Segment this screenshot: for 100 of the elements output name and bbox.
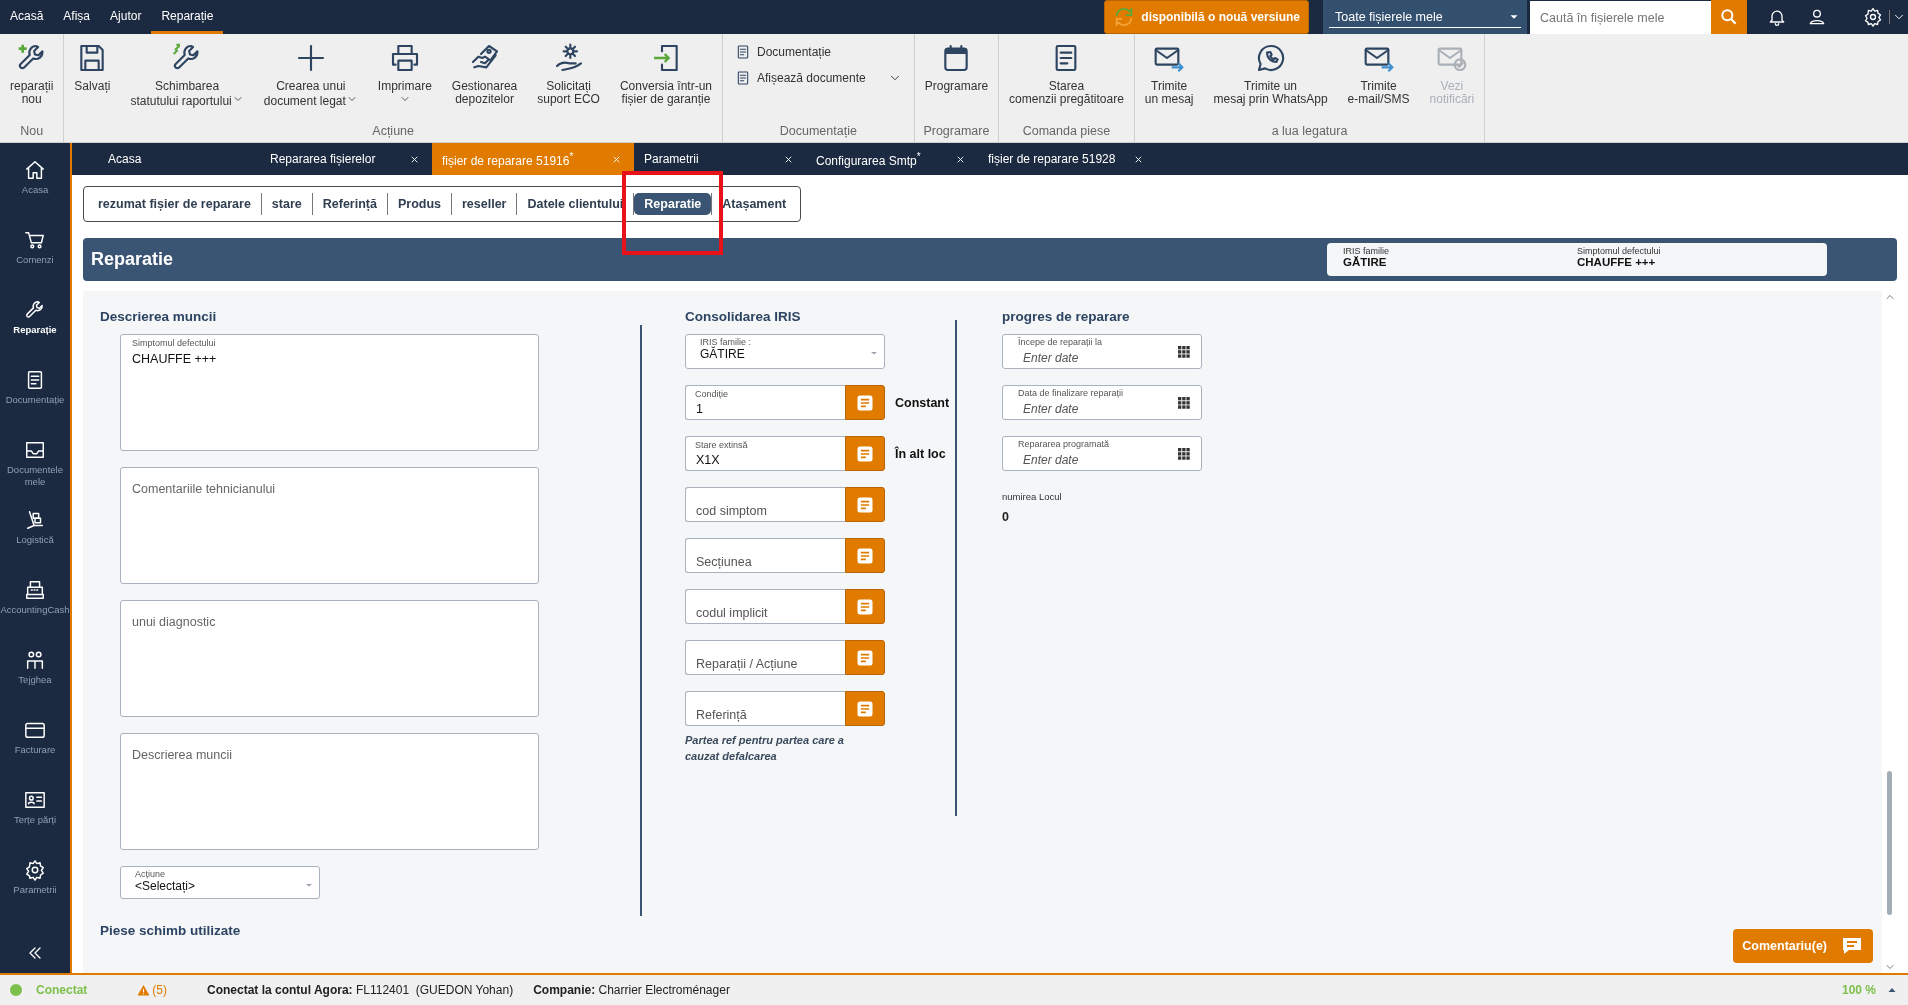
ribbon-button[interactable]: Conversia într-un fișier de garanție (609, 42, 722, 106)
search-field[interactable]: Caută în fișierele mele (1530, 1, 1711, 34)
group-label: Documentație (778, 124, 858, 140)
subtab[interactable]: Atașament (712, 193, 797, 215)
menu-item[interactable]: Ajutor (100, 0, 152, 34)
field-label: Acțiune (135, 869, 167, 879)
ribbon-button[interactable]: Solicitați suport ECO (527, 42, 610, 106)
subtab[interactable]: Datele clientului (517, 193, 634, 215)
caret-icon[interactable] (1889, 10, 1906, 24)
sidebar-item[interactable]: Logistică (0, 509, 70, 579)
sidebar-item[interactable]: Tejghea (0, 649, 70, 719)
subtab[interactable]: reseller (452, 193, 517, 215)
list-button[interactable] (845, 589, 885, 624)
settings-icon (24, 859, 46, 881)
text-field[interactable]: Reparații / Acțiune (685, 640, 845, 675)
list-button[interactable] (845, 538, 885, 573)
group-label: Comanda piese (1021, 124, 1112, 140)
scrollbar-thumb[interactable] (1887, 771, 1892, 915)
tab[interactable]: Configurarea Smtp$^{*}$ (806, 143, 978, 175)
sidebar-item[interactable]: AccountingCash (0, 579, 70, 649)
field-label: Repararea programată (1018, 439, 1110, 449)
home-icon (24, 159, 46, 181)
list-button[interactable] (845, 436, 885, 471)
tab[interactable]: fișier de reparare 51928 (978, 143, 1157, 175)
subtab[interactable]: rezumat fișier de reparare (88, 193, 261, 215)
user-icon[interactable] (1807, 7, 1827, 27)
company-info: Companie: Charrier Electroménager (533, 983, 730, 997)
ribbon-button[interactable]: Starea comenzii pregătitoare (999, 42, 1134, 106)
section-heading: Descrierea muncii (100, 309, 218, 324)
field-label: Simptomul defectului (1577, 246, 1662, 256)
sidebar-item[interactable]: Documentație (0, 369, 70, 439)
subtab[interactable]: Reparatie (634, 193, 712, 215)
document-icon (735, 44, 751, 60)
tab[interactable]: Acasa (88, 143, 260, 175)
menu-item[interactable]: Afișa (53, 0, 101, 34)
field-label: Simptomul defectului (132, 338, 216, 348)
field-note: Constant (895, 395, 950, 410)
ribbon-button[interactable]: Trimite un mesaj prin WhatsApp (1203, 42, 1338, 106)
textarea-field[interactable]: Comentariile tehnicianului (120, 467, 539, 584)
ribbon-button[interactable]: Schimbarea statutului raportului (120, 42, 254, 108)
group-label: Programare (922, 124, 991, 140)
cart-icon (24, 229, 46, 251)
subtab[interactable]: Produs (387, 193, 451, 215)
sidebar-item[interactable]: Acasa (0, 159, 70, 229)
search-icon (1719, 7, 1739, 27)
section-heading: Piese schimb utilizate (100, 923, 242, 938)
group-label: Acțiune (371, 124, 415, 140)
tab[interactable]: Parametrii (634, 143, 806, 175)
list-button[interactable] (845, 487, 885, 522)
ribbon-button[interactable]: Documentație (733, 42, 904, 62)
subtab[interactable]: stare (261, 193, 312, 215)
sidebar-item[interactable]: Reparație (0, 299, 70, 369)
text-field[interactable]: Secțiunea (685, 538, 845, 573)
field-label: Începe de reparații la (1018, 337, 1103, 347)
ribbon-button[interactable]: Programare (914, 42, 999, 93)
grid-icon[interactable] (1176, 446, 1192, 462)
inbox-icon (24, 439, 46, 461)
textarea-field[interactable]: unui diagnostic (120, 600, 539, 717)
dropdown[interactable]: Toate fișierele mele (1323, 0, 1527, 34)
help-text: Partea ref pentru partea care a cauzat defalcarea (685, 733, 845, 764)
ribbon-button[interactable]: Afișează documente (733, 68, 904, 88)
ribbon-button[interactable]: Crearea unui document legat (253, 42, 368, 108)
subtab[interactable]: Referință (312, 193, 387, 215)
warning-icon (137, 983, 151, 997)
ribbon-button[interactable]: Gestionarea depozitelor (441, 42, 528, 106)
section-heading: Consolidarea IRIS (685, 309, 802, 324)
select-field[interactable]: Acțiune <Selectați> (120, 866, 320, 899)
text-field[interactable]: cod simptom (685, 487, 845, 522)
menu-item[interactable]: Acasă (0, 0, 54, 34)
settings-icon[interactable] (1863, 7, 1883, 27)
grid-icon[interactable] (1176, 395, 1192, 411)
textarea-field[interactable]: Descrierea muncii (120, 733, 539, 850)
list-button[interactable] (845, 691, 885, 726)
sidebar-item[interactable]: Parametrii (0, 859, 70, 929)
sidebar-item[interactable]: Documentele mele (0, 439, 70, 509)
ribbon-button[interactable]: Trimite un mesaj (1134, 42, 1204, 106)
text-field[interactable]: codul implicit (685, 589, 845, 624)
search-button[interactable] (1711, 0, 1747, 34)
connection-status: Conectat (36, 983, 88, 997)
sidebar-item[interactable]: Terțe părți (0, 789, 70, 859)
select-field[interactable]: IRIS familie : GĂTIRE (685, 334, 885, 369)
section-heading: progres de reparare (1002, 309, 1131, 324)
ribbon-button[interactable]: reparații nou (0, 42, 64, 106)
ribbon-button[interactable]: Imprimare (367, 42, 442, 105)
sidebar-item[interactable]: Facturare (0, 719, 70, 789)
sidebar-item[interactable]: Comenzi (0, 229, 70, 299)
field-label: Data de finalizare reparații (1018, 388, 1124, 398)
hand-truck-icon (24, 509, 46, 531)
field-value: CHAUFFE +++ (1577, 256, 1657, 268)
list-button[interactable] (845, 640, 885, 675)
grid-icon[interactable] (1176, 344, 1192, 360)
document-icon (735, 70, 751, 86)
tab[interactable]: Repararea fișierelor (260, 143, 432, 175)
text-field[interactable]: Referință (685, 691, 845, 726)
ribbon-button[interactable]: Salvați (64, 42, 121, 93)
group-label: Nou (19, 124, 45, 140)
list-button[interactable] (845, 385, 885, 420)
field-label: numirea Locul (1002, 491, 1063, 502)
ribbon-button[interactable]: Trimite e-mail/SMS (1337, 42, 1420, 106)
cash-register-icon (24, 579, 46, 601)
